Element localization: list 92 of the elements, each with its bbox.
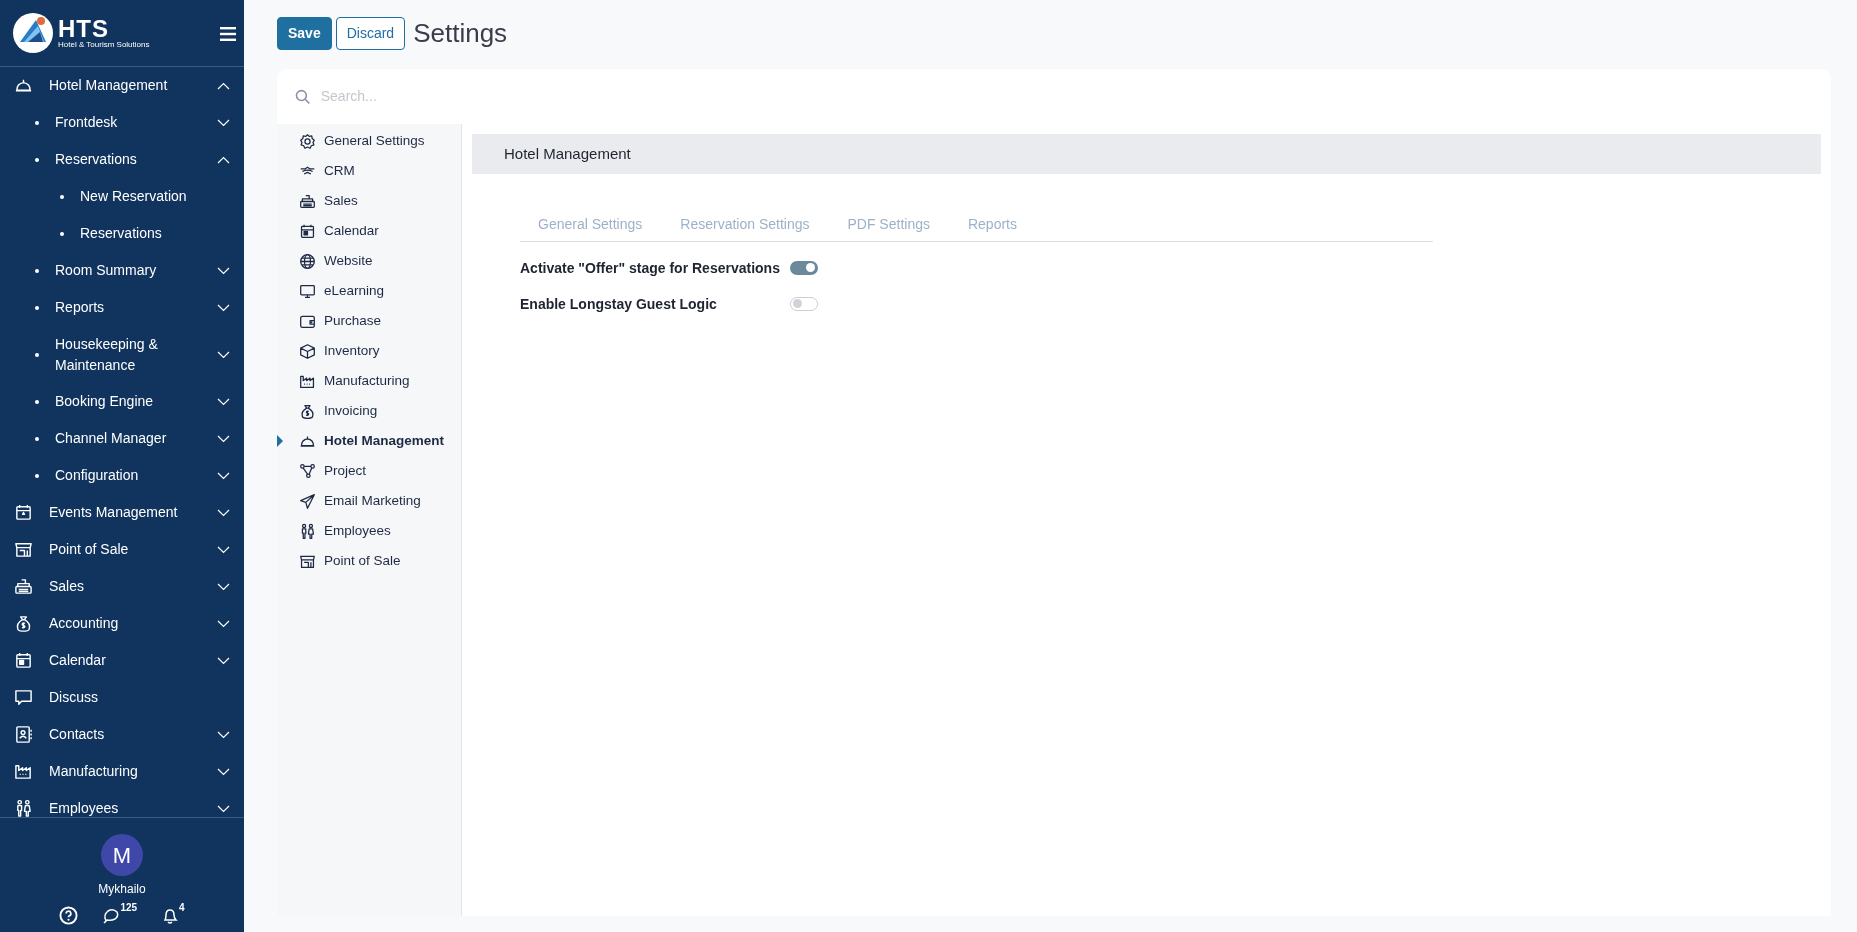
settings-app-item[interactable]: Employees — [277, 516, 461, 546]
menu-item[interactable]: Calendar — [0, 642, 244, 679]
menu-item[interactable]: Frontdesk — [0, 104, 244, 141]
chevron-down-icon — [217, 471, 230, 480]
settings-app-item[interactable]: Website — [277, 246, 461, 276]
store-icon — [14, 540, 33, 559]
settings-app-item[interactable]: CRM — [277, 156, 461, 186]
settings-app-item[interactable]: Purchase — [277, 306, 461, 336]
settings-icon — [299, 132, 316, 150]
calendar-icon — [299, 222, 316, 240]
setting-label: Enable Longstay Guest Logic — [520, 294, 718, 314]
chevron-down-icon — [217, 730, 230, 739]
menu-item[interactable]: Manufacturing — [0, 753, 244, 790]
user-avatar[interactable]: M — [101, 834, 143, 876]
chevron-down-icon — [217, 582, 230, 591]
search-bar[interactable]: Search... — [277, 69, 1831, 124]
menu-item[interactable]: Housekeeping & Maintenance — [0, 326, 244, 383]
cash-register-icon — [14, 577, 33, 596]
settings-app-item[interactable]: Calendar — [277, 216, 461, 246]
monitor-icon — [299, 282, 316, 300]
logo-text: HTS — [58, 17, 110, 41]
chevron-down-icon — [217, 545, 230, 554]
logo-tagline: Hotel & Tourism Solutions — [58, 41, 150, 49]
menu-item[interactable]: Reports — [0, 289, 244, 326]
menu-item[interactable]: Hotel Management — [0, 67, 244, 104]
menu-item[interactable]: Events Management — [0, 494, 244, 531]
money-bag-icon — [299, 402, 316, 420]
settings-app-item[interactable]: Email Marketing — [277, 486, 461, 516]
globe-icon — [299, 252, 316, 270]
setting-label: Activate "Offer" stage for Reservations — [520, 258, 781, 278]
menu-item[interactable]: New Reservation — [0, 178, 244, 215]
settings-app-item[interactable]: Manufacturing — [277, 366, 461, 396]
settings-app-item[interactable]: Inventory — [277, 336, 461, 366]
settings-app-item[interactable]: eLearning — [277, 276, 461, 306]
cash-register-icon — [299, 192, 316, 210]
menu-item[interactable]: Discuss — [0, 679, 244, 716]
people-icon — [14, 799, 33, 817]
chat-icon[interactable] — [102, 906, 121, 925]
menu-item[interactable]: Booking Engine — [0, 383, 244, 420]
chat-icon — [14, 688, 33, 707]
settings-app-item[interactable]: Sales — [277, 186, 461, 216]
money-bag-icon — [14, 614, 33, 633]
settings-app-item[interactable]: Point of Sale — [277, 546, 461, 576]
settings-app-item[interactable]: Project — [277, 456, 461, 486]
menu-item[interactable]: Contacts — [0, 716, 244, 753]
menu-item[interactable]: Sales — [0, 568, 244, 605]
notification-count: 4 — [179, 900, 185, 915]
contact-card-icon — [14, 725, 33, 744]
menu-item[interactable]: Reservations — [0, 141, 244, 178]
chevron-down-icon — [217, 266, 230, 275]
help-icon[interactable] — [59, 906, 79, 925]
chevron-up-icon — [217, 155, 230, 164]
chevron-down-icon — [217, 767, 230, 776]
toggle-switch[interactable] — [790, 261, 818, 275]
discard-button[interactable]: Discard — [335, 17, 406, 50]
menu-item[interactable]: Point of Sale — [0, 531, 244, 568]
nodes-icon — [299, 462, 316, 480]
save-button[interactable]: Save — [277, 17, 332, 50]
settings-app-item[interactable]: Invoicing — [277, 396, 461, 426]
message-count: 125 — [120, 900, 138, 915]
menu-item[interactable]: Reservations — [0, 215, 244, 252]
chevron-down-icon — [217, 434, 230, 443]
menu-item[interactable]: Room Summary — [0, 252, 244, 289]
factory-icon — [14, 762, 33, 781]
chevron-down-icon — [217, 350, 230, 359]
chevron-down-icon — [217, 397, 230, 406]
toggle-switch[interactable] — [790, 297, 818, 311]
chevron-down-icon — [217, 656, 230, 665]
box-icon — [299, 342, 316, 360]
calendar-icon — [14, 651, 33, 670]
calendar-icon — [14, 503, 33, 522]
menu-item[interactable]: Configuration — [0, 457, 244, 494]
chevron-down-icon — [217, 804, 230, 813]
user-name: Mykhailo — [98, 881, 146, 898]
section-title: Hotel Management — [504, 143, 631, 164]
selection-marker-icon — [277, 435, 283, 447]
chevron-down-icon — [217, 619, 230, 628]
logo-icon — [12, 12, 54, 54]
settings-app-item[interactable]: General Settings — [277, 126, 461, 156]
bell-icon[interactable] — [161, 906, 180, 925]
settings-app-item[interactable]: Hotel Management — [277, 426, 461, 456]
menu-item[interactable]: Accounting — [0, 605, 244, 642]
menu-item[interactable]: Channel Manager — [0, 420, 244, 457]
search-icon — [295, 88, 311, 105]
page-title: Settings — [413, 17, 508, 50]
chevron-up-icon — [217, 81, 230, 90]
paper-plane-icon — [299, 492, 316, 510]
people-icon — [299, 522, 316, 540]
menu-item[interactable]: Employees — [0, 790, 244, 817]
chevron-down-icon — [217, 303, 230, 312]
chevron-down-icon — [217, 508, 230, 517]
chevron-down-icon — [217, 118, 230, 127]
